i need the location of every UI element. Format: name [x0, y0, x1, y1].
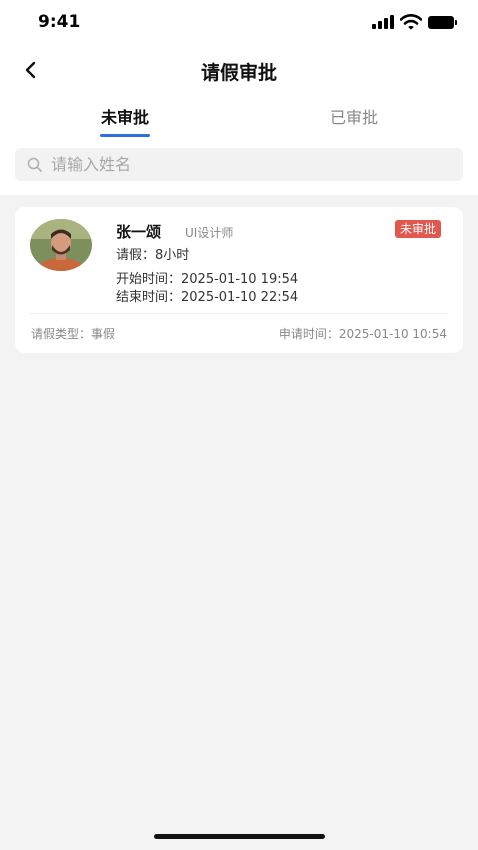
divider	[30, 313, 448, 314]
status-time: 9:41	[38, 12, 81, 32]
battery-icon	[428, 16, 458, 29]
avatar	[30, 219, 92, 271]
tab-bar: 未审批 已审批	[0, 100, 478, 140]
search-input[interactable]	[51, 148, 451, 181]
application-time: 申请时间：2025-01-10 10:54	[278, 327, 447, 341]
page-title: 请假审批	[200, 62, 277, 84]
search-icon	[27, 157, 42, 172]
leave-type: 请假类型：事假	[31, 327, 116, 341]
employee-role: UI设计师	[185, 226, 234, 240]
tab-approved[interactable]: 已审批	[284, 104, 424, 128]
home-indicator	[154, 834, 325, 839]
nav-bar: 请假审批	[0, 46, 478, 92]
start-time: 开始时间：2025-01-10 19:54	[116, 272, 299, 287]
employee-name: 张一颂	[116, 223, 162, 241]
active-tab-indicator	[100, 134, 150, 137]
status-bar: 9:41	[0, 0, 478, 46]
search-bar[interactable]	[15, 148, 463, 181]
cellular-signal-icon	[372, 15, 394, 29]
end-time: 结束时间：2025-01-10 22:54	[116, 290, 299, 305]
wifi-icon	[399, 14, 423, 30]
leave-duration: 请假：8小时	[116, 248, 190, 263]
tab-pending[interactable]: 未审批	[55, 104, 195, 128]
status-badge: 未审批	[395, 220, 442, 238]
leave-request-card[interactable]: 张一颂 UI设计师 未审批 请假：8小时 开始时间：2025-01-10 19:…	[15, 207, 463, 353]
